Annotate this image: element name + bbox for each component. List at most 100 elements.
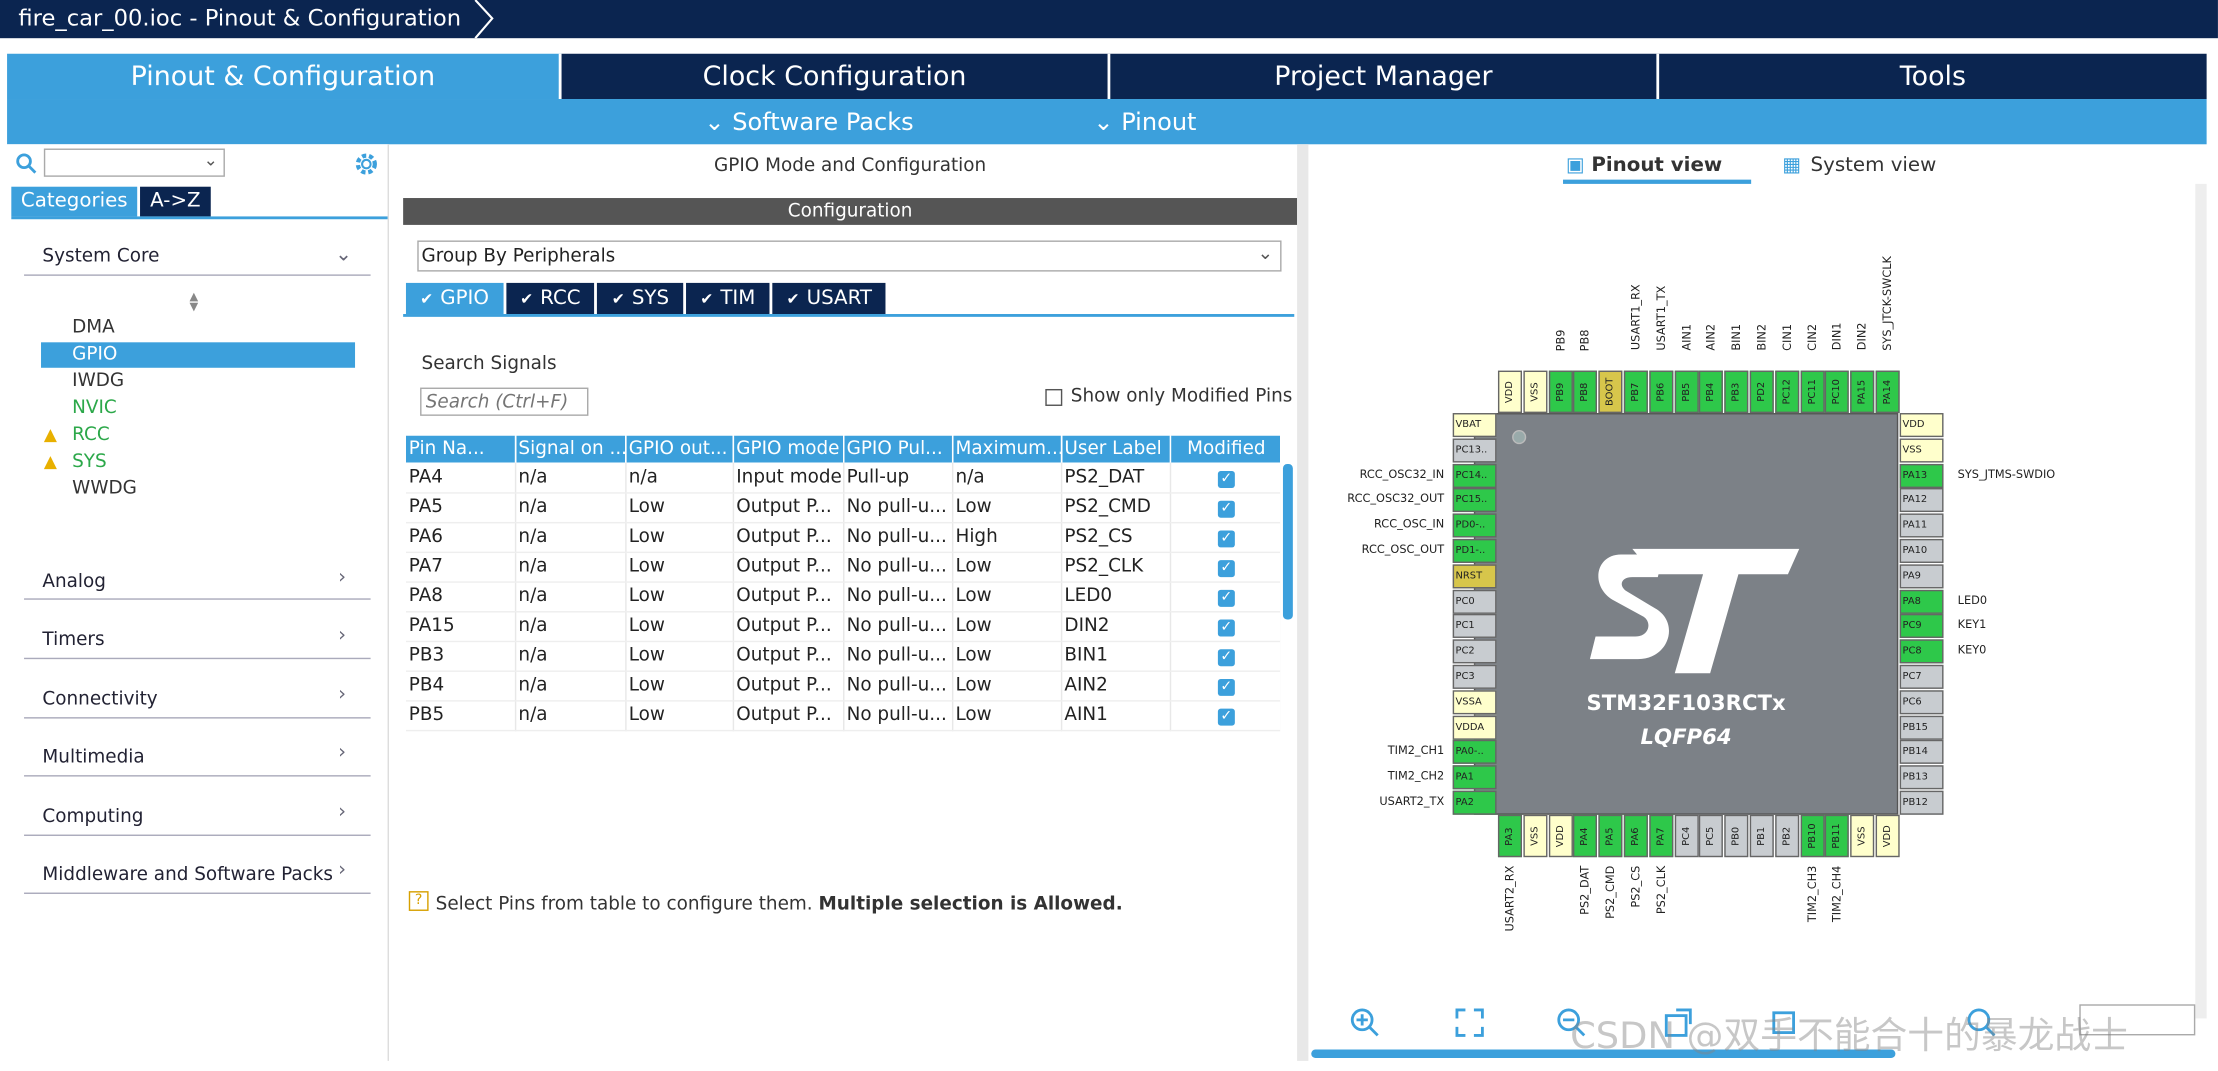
column-header[interactable]: Signal on ... [514, 435, 626, 463]
pin-pc9[interactable]: PC9 [1899, 614, 1944, 639]
pin-vdd[interactable]: VDD [1899, 413, 1944, 438]
column-header[interactable]: GPIO Pul... [843, 435, 953, 463]
splitter[interactable] [1297, 144, 1309, 1061]
tab-clock-configuration[interactable]: Clock Configuration [561, 53, 1111, 100]
pin-pc4[interactable]: PC4 [1674, 814, 1699, 858]
table-row[interactable]: PA15 n/a Low Output P... No pull-u... Low DIN2… [405, 611, 1281, 642]
pin-vbat[interactable]: VBAT [1452, 413, 1497, 438]
pin-pc7[interactable]: PC7 [1899, 664, 1944, 689]
modified-checkbox[interactable]: ✓ [1217, 589, 1235, 607]
fit-screen-icon[interactable] [1454, 1007, 1485, 1038]
show-modified-checkbox[interactable] [1045, 388, 1063, 406]
pin-pa4[interactable]: PA4 [1573, 814, 1598, 858]
item-gpio[interactable]: GPIO [72, 344, 117, 365]
pin-vssa[interactable]: VSSA [1452, 689, 1497, 715]
pin-pa14[interactable]: PA14 [1875, 370, 1900, 414]
pin-pa8[interactable]: PA8 [1899, 589, 1944, 614]
pin-pb2[interactable]: PB2 [1774, 814, 1799, 858]
category-system-core[interactable]: System Core [42, 246, 159, 267]
pin-pc14[interactable]: PC14.. [1452, 463, 1497, 488]
pin-pb10[interactable]: PB10 [1800, 814, 1825, 858]
pin-pc6[interactable]: PC6 [1899, 689, 1944, 715]
modified-checkbox[interactable]: ✓ [1217, 500, 1235, 518]
group-by-select[interactable]: Group By Peripherals ⌄ [417, 240, 1282, 272]
category-computing[interactable]: Computing [42, 806, 143, 827]
pin-pb13[interactable]: PB13 [1899, 765, 1944, 790]
item-wwdg[interactable]: WWDG [72, 478, 137, 499]
category-timers[interactable]: Timers [42, 629, 104, 650]
pin-pc5[interactable]: PC5 [1699, 814, 1724, 858]
table-row[interactable]: PB4 n/a Low Output P... No pull-u... Low AIN2 ✓ [405, 670, 1281, 701]
pin-pb9[interactable]: PB9 [1548, 370, 1573, 414]
pin-pa9[interactable]: PA9 [1899, 564, 1944, 589]
pin-pb7[interactable]: PB7 [1623, 370, 1648, 414]
search-signals-input[interactable] [420, 387, 589, 416]
category-middleware[interactable]: Middleware and Software Packs [42, 864, 333, 885]
pin-pb12[interactable]: PB12 [1899, 790, 1944, 815]
search-combobox[interactable]: ⌄ [43, 148, 225, 177]
column-header[interactable]: Pin Na... [405, 435, 516, 463]
item-nvic[interactable]: NVIC [72, 397, 117, 418]
category-connectivity[interactable]: Connectivity [42, 689, 157, 710]
pinout-view-tab[interactable]: ▣ Pinout view [1563, 154, 1751, 182]
pin-pc2[interactable]: PC2 [1452, 639, 1497, 664]
ptab-sys[interactable]: ✔ SYS [597, 282, 684, 315]
pin-boot[interactable]: BOOT [1598, 370, 1623, 414]
modified-checkbox[interactable]: ✓ [1217, 470, 1235, 488]
column-header[interactable]: Maximum... [951, 435, 1062, 463]
pin-pc1[interactable]: PC1 [1452, 614, 1497, 639]
ptab-tim[interactable]: ✔ TIM [686, 282, 770, 315]
table-row[interactable]: PB5 n/a Low Output P... No pull-u... Low AIN1 ✓ [405, 700, 1281, 731]
modified-checkbox[interactable]: ✓ [1217, 560, 1235, 578]
pin-pc10[interactable]: PC10 [1825, 370, 1850, 414]
pin-vss[interactable]: VSS [1523, 814, 1548, 858]
software-packs-menu[interactable]: ⌄ Software Packs [704, 109, 913, 137]
pin-pd1[interactable]: PD1-.. [1452, 538, 1497, 563]
category-analog[interactable]: Analog [42, 571, 106, 592]
table-row[interactable]: PB3 n/a Low Output P... No pull-u... Low BIN1 ✓ [405, 640, 1281, 672]
pin-pa11[interactable]: PA11 [1899, 513, 1944, 538]
pin-pc11[interactable]: PC11 [1800, 370, 1825, 414]
modified-checkbox[interactable]: ✓ [1217, 649, 1235, 667]
item-iwdg[interactable]: IWDG [72, 371, 124, 392]
pin-vdd[interactable]: VDD [1497, 370, 1523, 414]
item-dma[interactable]: DMA [72, 317, 115, 338]
pin-pa12[interactable]: PA12 [1899, 488, 1944, 513]
sort-icon[interactable]: ▲ ▼ [190, 291, 199, 312]
pin-pc0[interactable]: PC0 [1452, 589, 1497, 614]
item-sys[interactable]: SYS [72, 451, 107, 472]
pin-vss[interactable]: VSS [1899, 438, 1944, 463]
tab-tools[interactable]: Tools [1659, 53, 2207, 100]
pin-pc15[interactable]: PC15.. [1452, 488, 1497, 513]
tab-a-z[interactable]: A->Z [140, 186, 211, 217]
pin-pa15[interactable]: PA15 [1850, 370, 1875, 414]
table-scrollbar[interactable] [1282, 463, 1293, 620]
pin-pa13[interactable]: PA13 [1899, 463, 1944, 488]
pin-pb3[interactable]: PB3 [1724, 370, 1749, 414]
pin-pa1[interactable]: PA1 [1452, 765, 1497, 790]
pin-pc13[interactable]: PC13.. [1452, 438, 1497, 463]
pin-pc12[interactable]: PC12 [1774, 370, 1799, 414]
pin-pb8[interactable]: PB8 [1573, 370, 1598, 414]
pin-pa6[interactable]: PA6 [1623, 814, 1648, 858]
table-row[interactable]: PA6 n/a Low Output P... No pull-u... High PS2_… [405, 521, 1281, 553]
column-header[interactable]: GPIO out... [625, 435, 734, 463]
pin-pb6[interactable]: PB6 [1649, 370, 1674, 414]
pin-vss[interactable]: VSS [1523, 370, 1548, 414]
modified-checkbox[interactable]: ✓ [1217, 678, 1235, 696]
pin-pb5[interactable]: PB5 [1674, 370, 1699, 414]
pin-pa0[interactable]: PA0-.. [1452, 740, 1497, 765]
pin-pb15[interactable]: PB15 [1899, 715, 1944, 740]
tab-categories[interactable]: Categories [11, 186, 138, 217]
column-header[interactable]: Modified [1169, 435, 1281, 463]
system-view-tab[interactable]: ▦ System view [1782, 154, 1936, 177]
pin-vdd[interactable]: VDD [1875, 814, 1900, 858]
pin-pa3[interactable]: PA3 [1497, 814, 1523, 858]
pin-pb1[interactable]: PB1 [1749, 814, 1774, 858]
vertical-scrollbar[interactable] [2195, 183, 2207, 1019]
pin-pd0[interactable]: PD0-.. [1452, 513, 1497, 538]
pin-vdda[interactable]: VDDA [1452, 715, 1497, 740]
tab-project-manager[interactable]: Project Manager [1110, 53, 1660, 100]
ptab-gpio[interactable]: ✔ GPIO [405, 282, 504, 315]
pin-pa2[interactable]: PA2 [1452, 790, 1497, 815]
